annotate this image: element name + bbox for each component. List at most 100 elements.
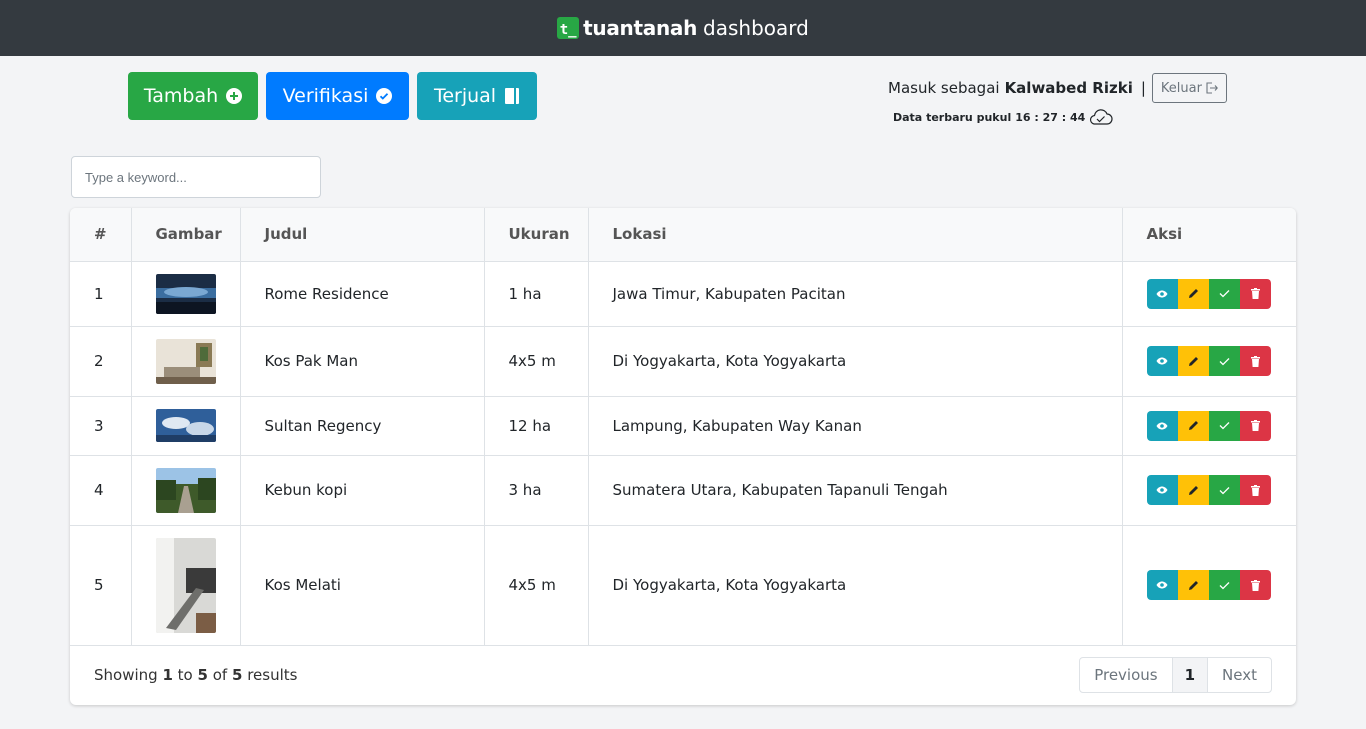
trash-icon	[1250, 288, 1260, 299]
delete-button[interactable]	[1239, 346, 1271, 376]
user-name: Kalwabed Rizki	[1004, 79, 1133, 97]
brand-suffix: dashboard	[703, 16, 809, 40]
view-button[interactable]	[1146, 570, 1178, 600]
cell-aksi	[1122, 396, 1296, 456]
terjual-label: Terjual	[433, 85, 497, 107]
verify-button[interactable]	[1208, 346, 1240, 376]
verify-button[interactable]	[1208, 410, 1240, 441]
pencil-icon	[1188, 421, 1198, 430]
edit-button[interactable]	[1177, 278, 1209, 309]
cell-judul: Sultan Regency	[240, 396, 485, 456]
plus-circle-icon	[226, 88, 243, 104]
check-icon	[1219, 422, 1229, 430]
logout-button[interactable]: Keluar	[1151, 73, 1227, 103]
trash-icon	[1250, 420, 1260, 431]
cell-num: 4	[70, 455, 132, 526]
top-navbar: t_ tuantanah dashboard	[0, 0, 1366, 56]
check-icon	[1219, 486, 1229, 494]
check-circle-icon	[376, 88, 393, 104]
terjual-button[interactable]: Terjual	[417, 72, 537, 120]
header-ukuran[interactable]: Ukuran	[484, 208, 589, 262]
eye-icon	[1156, 581, 1168, 589]
view-button[interactable]	[1146, 346, 1178, 376]
header-num[interactable]: #	[70, 208, 132, 262]
cell-lokasi: Lampung, Kabupaten Way Kanan	[588, 396, 1123, 456]
verify-button[interactable]	[1208, 475, 1240, 505]
cell-aksi	[1122, 326, 1297, 397]
header-lokasi[interactable]: Lokasi	[588, 208, 1123, 262]
previous-page-button[interactable]: Previous	[1080, 658, 1173, 692]
check-icon	[1219, 357, 1229, 365]
showing-to: 5	[197, 666, 208, 684]
verifikasi-label: Verifikasi	[282, 85, 369, 107]
page-1-button[interactable]: 1	[1172, 658, 1209, 692]
table-header-row: # Gambar Judul Ukuran Lokasi Aksi	[70, 208, 1296, 262]
pencil-icon	[1188, 289, 1198, 298]
cell-ukuran: 4x5 m	[484, 525, 589, 646]
table-row: 5 Kos Melati 4x5 m Di Yogyakarta, Kota Y…	[70, 525, 1297, 646]
table-row: 2 Kos Pak Man 4x5 m Di Yogyakarta, Kota …	[70, 326, 1297, 397]
pencil-icon	[1188, 485, 1198, 495]
login-prefix: Masuk sebagai	[888, 79, 1000, 97]
delete-button[interactable]	[1239, 410, 1271, 441]
cell-gambar	[131, 396, 241, 456]
cell-ukuran: 12 ha	[484, 396, 589, 456]
view-button[interactable]	[1146, 410, 1178, 441]
showing-to-word: to	[177, 666, 193, 684]
view-button[interactable]	[1146, 278, 1178, 309]
logout-icon	[1206, 82, 1218, 94]
trash-icon	[1250, 355, 1260, 367]
showing-results-word: results	[247, 666, 298, 684]
delete-button[interactable]	[1239, 278, 1271, 309]
cell-lokasi: Sumatera Utara, Kabupaten Tapanuli Tenga…	[588, 455, 1123, 526]
cell-num: 1	[70, 261, 132, 327]
showing-total: 5	[231, 666, 243, 684]
row-actions	[1146, 475, 1297, 505]
eye-icon	[1156, 290, 1168, 297]
cell-lokasi: Di Yogyakarta, Kota Yogyakarta	[588, 525, 1123, 646]
cell-gambar	[131, 326, 241, 397]
tambah-button[interactable]: Tambah	[128, 72, 258, 120]
cell-gambar	[131, 525, 241, 646]
data-table-card: # Gambar Judul Ukuran Lokasi Aksi 1 Rome…	[70, 208, 1296, 705]
cell-gambar	[131, 455, 241, 526]
table-row: 4 Kebun kopi 3 ha Sumatera Utara, Kabupa…	[70, 455, 1297, 526]
view-button[interactable]	[1146, 475, 1178, 505]
cell-num: 2	[70, 326, 132, 397]
cell-aksi	[1122, 261, 1296, 327]
verifikasi-button[interactable]: Verifikasi	[266, 72, 409, 120]
user-separator: |	[1140, 79, 1146, 97]
header-gambar[interactable]: Gambar	[131, 208, 241, 262]
cell-num: 3	[70, 396, 132, 456]
cell-lokasi: Jawa Timur, Kabupaten Pacitan	[588, 261, 1123, 327]
edit-button[interactable]	[1177, 410, 1209, 441]
cell-ukuran: 4x5 m	[484, 326, 589, 397]
property-thumbnail	[155, 467, 216, 513]
header-judul[interactable]: Judul	[240, 208, 485, 262]
row-actions	[1146, 346, 1297, 376]
verify-button[interactable]	[1208, 570, 1240, 600]
eye-icon	[1156, 422, 1168, 429]
pencil-icon	[1188, 356, 1198, 366]
row-actions	[1146, 570, 1297, 600]
edit-button[interactable]	[1177, 570, 1209, 600]
update-label: Data terbaru pukul	[893, 110, 1012, 124]
edit-button[interactable]	[1177, 346, 1209, 376]
user-bar: Masuk sebagai Kalwabed Rizki | Keluar	[888, 73, 1227, 103]
brand[interactable]: t_ tuantanah dashboard	[557, 16, 809, 40]
showing-prefix: Showing	[94, 666, 158, 684]
table-footer: Showing 1 to 5 of 5 results Previous 1 N…	[70, 645, 1296, 705]
pagination: Previous 1 Next	[1079, 657, 1272, 693]
results-summary: Showing 1 to 5 of 5 results	[94, 666, 297, 684]
table-row: 1 Rome Residence 1 ha Jawa Timur, Kabupa…	[70, 261, 1296, 327]
next-page-button[interactable]: Next	[1208, 658, 1271, 692]
delete-button[interactable]	[1239, 475, 1271, 505]
brand-logo: t_	[557, 17, 580, 39]
brand-name: tuantanah	[583, 16, 698, 40]
verify-button[interactable]	[1208, 278, 1240, 309]
edit-button[interactable]	[1177, 475, 1209, 505]
delete-button[interactable]	[1239, 570, 1271, 600]
cell-ukuran: 3 ha	[484, 455, 589, 526]
search-input[interactable]	[71, 156, 321, 198]
property-thumbnail	[155, 537, 216, 633]
